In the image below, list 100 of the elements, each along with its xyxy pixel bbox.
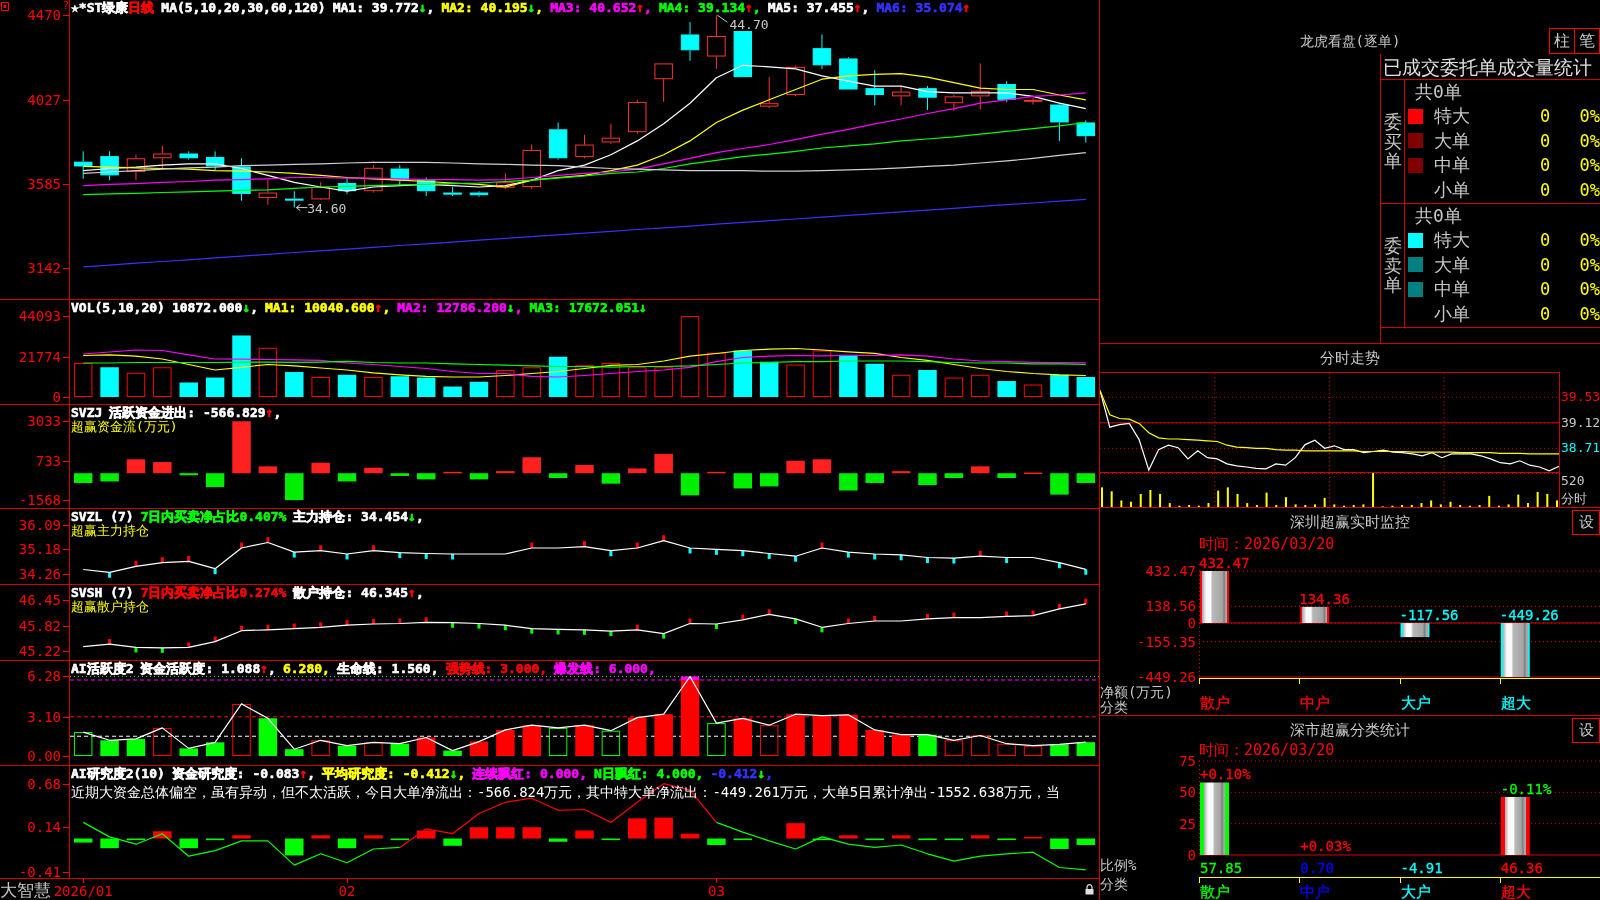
axis-label: 3.10 bbox=[27, 709, 61, 724]
order-count: 0 bbox=[1538, 230, 1552, 251]
axis-label: 75 bbox=[1179, 754, 1196, 768]
order-share: 0% bbox=[1578, 155, 1600, 176]
value-label: -4.91 bbox=[1399, 859, 1443, 876]
axis-label: 34.26 bbox=[18, 567, 61, 582]
indicator-title: 超赢资金流(万元) bbox=[71, 420, 178, 434]
axis-label: 733 bbox=[35, 453, 61, 468]
indicator-title: 超赢主力持仓 bbox=[71, 524, 149, 538]
order-total: 共0单 bbox=[1415, 80, 1462, 104]
table-title: 已成交委托单成交量统计 bbox=[1381, 54, 1600, 80]
order-share: 0% bbox=[1578, 230, 1600, 251]
axis-label: 0 bbox=[52, 390, 61, 404]
axis-label: 25 bbox=[1179, 816, 1196, 831]
axis-label: 39.53 bbox=[1561, 390, 1600, 405]
axis-label: 0.68 bbox=[27, 776, 61, 791]
chart-legend: ★*ST绿康日线 MA(5,10,20,30,60,120) MA1: 39.772↓, MA2: 40.195↓, MA3: 40.652↑, MA4: 39.134↑, MA5: 37.455↑, MA6: 35.074↑ bbox=[71, 1, 978, 14]
value-label: 46.36 bbox=[1499, 859, 1543, 876]
axis-label: 44093 bbox=[18, 309, 61, 323]
chart-legend: SVSH (7) 7日内买卖净占比0.274% 散户持仓: 46.345↑, bbox=[71, 586, 431, 599]
order-share: 0% bbox=[1578, 254, 1600, 275]
side-label: 委买单 bbox=[1383, 111, 1402, 172]
chart-legend: VOL(5,10,20) 10872.000↓, MA1: 10040.600↑, MA2: 12786.200↓, MA3: 17672.051↓ bbox=[71, 301, 654, 314]
change-label: +0.10% bbox=[1200, 767, 1251, 782]
order-type: 小单 bbox=[1434, 302, 1471, 325]
axis-title: 比例% bbox=[1100, 858, 1138, 875]
order-share: 0% bbox=[1578, 130, 1600, 151]
order-type: 大单 bbox=[1434, 253, 1471, 276]
order-count: 0 bbox=[1538, 303, 1552, 324]
axis-label: -0.41 bbox=[18, 864, 61, 879]
panel-title: 龙虎看盘(逐单) bbox=[1299, 32, 1401, 50]
axis-label: 4470 bbox=[27, 8, 61, 23]
axis-label: 45.82 bbox=[18, 619, 61, 634]
axis-label: 3142 bbox=[27, 261, 61, 276]
category-label: 大户 bbox=[1399, 883, 1431, 900]
axis-label: 35.18 bbox=[18, 542, 61, 557]
category-label: 超大 bbox=[1499, 883, 1531, 900]
category-label: 散户 bbox=[1199, 883, 1230, 900]
date-label: 02 bbox=[338, 883, 356, 899]
axis-label: 38.71 bbox=[1561, 441, 1600, 456]
order-count: 0 bbox=[1538, 155, 1552, 176]
axis-label: 0 bbox=[1187, 616, 1196, 630]
value-label: 57.85 bbox=[1199, 859, 1243, 876]
chart-legend: AI研究度2(10) 资金研究度: -0.083↑, 平均研究度: -0.412↓, 连续飘红: 0.000, N日飘红: 4.000, -0.412↓, bbox=[71, 767, 781, 780]
order-count: 0 bbox=[1538, 106, 1552, 127]
price-label: 34.60 bbox=[307, 201, 347, 215]
axis-label: 21774 bbox=[18, 350, 61, 364]
axis-title: 分类 bbox=[1100, 700, 1128, 715]
order-count: 0 bbox=[1538, 254, 1552, 275]
axis-label: 3033 bbox=[27, 414, 61, 429]
date-label: 03 bbox=[708, 883, 725, 899]
category-label: 中户 bbox=[1299, 883, 1331, 900]
axis-title: 分时 bbox=[1561, 492, 1587, 506]
order-share: 0% bbox=[1578, 106, 1600, 127]
axis-label: 46.45 bbox=[18, 592, 61, 607]
panel-title: 深市超赢分类统计 bbox=[1290, 720, 1410, 739]
date-label: 2026/01 bbox=[53, 883, 113, 899]
order-total: 共0单 bbox=[1415, 204, 1462, 228]
indicator-title: 超赢散户持仓 bbox=[71, 600, 149, 614]
category-label: 大户 bbox=[1399, 694, 1431, 712]
order-type: 特大 bbox=[1434, 229, 1471, 252]
order-type: 中单 bbox=[1434, 278, 1471, 301]
axis-label: 39.12 bbox=[1561, 415, 1600, 430]
chart-legend: AI活跃度2 资金活跃度: 1.088↑, 6.280, 生命线: 1.560, 强势线: 3.000, 爆发线: 6.000, bbox=[71, 662, 663, 675]
order-share: 0% bbox=[1578, 179, 1600, 200]
axis-title: 净额(万元) bbox=[1100, 685, 1173, 700]
timestamp: 时间：2026/03/20 bbox=[1199, 743, 1335, 758]
axis-label: -1568 bbox=[18, 493, 61, 508]
axis-label: 0 bbox=[1187, 848, 1196, 862]
order-share: 0% bbox=[1578, 303, 1600, 324]
axis-label: 0.00 bbox=[27, 749, 61, 763]
axis-label: 4027 bbox=[27, 92, 61, 107]
timestamp: 时间：2026/03/20 bbox=[1199, 535, 1335, 553]
value-label: 0.70 bbox=[1299, 859, 1334, 876]
order-count: 0 bbox=[1538, 279, 1552, 300]
order-count: 0 bbox=[1538, 130, 1552, 151]
axis-label: 3585 bbox=[27, 176, 61, 191]
axis-label: 36.09 bbox=[18, 517, 61, 532]
axis-label: -449.26 bbox=[1137, 670, 1196, 684]
chart-legend: SVZJ 活跃资金进出: -566.829↑, bbox=[71, 406, 289, 419]
axis-label: 45.22 bbox=[18, 644, 61, 659]
order-type: 中单 bbox=[1434, 154, 1471, 177]
value-label: 134.36 bbox=[1299, 591, 1350, 606]
order-type: 大单 bbox=[1434, 129, 1471, 152]
axis-label: 138.56 bbox=[1145, 599, 1196, 614]
chart-legend: SVZL (7) 7日内买卖净占比0.407% 主力持仓: 34.454↓, bbox=[71, 510, 431, 523]
value-label: -449.26 bbox=[1499, 608, 1559, 622]
axis-label: 432.47 bbox=[1145, 564, 1196, 578]
order-count: 0 bbox=[1538, 179, 1552, 200]
side-label: 委卖单 bbox=[1383, 235, 1402, 296]
axis-label: 50 bbox=[1179, 785, 1196, 800]
axis-label: 0.14 bbox=[27, 820, 61, 835]
axis-label: -155.35 bbox=[1137, 634, 1196, 649]
axis-title: 分类 bbox=[1100, 877, 1128, 892]
brand-text: 大智慧 bbox=[0, 879, 51, 900]
category-label: 中户 bbox=[1299, 694, 1331, 712]
panel-title: 分时走势 bbox=[1320, 349, 1380, 367]
category-label: 超大 bbox=[1499, 694, 1531, 712]
value-label: -117.56 bbox=[1399, 608, 1459, 622]
change-label: -0.11% bbox=[1500, 781, 1552, 796]
